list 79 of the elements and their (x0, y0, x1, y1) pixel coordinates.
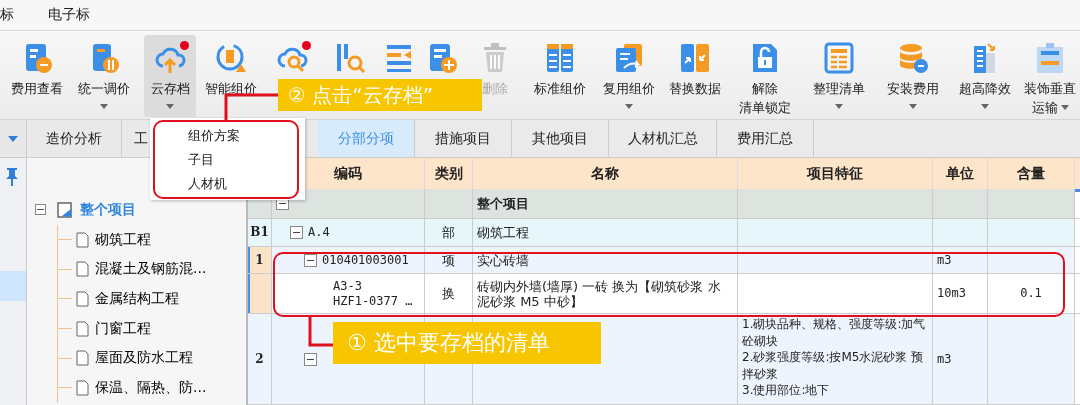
menu-item[interactable]: 组价方案 (188, 124, 240, 148)
toolbar-button[interactable]: 费用查看 (4, 35, 70, 117)
column-header: 项目特征 (738, 158, 933, 192)
tab[interactable]: 措施项目 (415, 120, 512, 157)
coin-icon (214, 41, 249, 75)
tree-item[interactable]: 砌筑工程 (95, 230, 151, 249)
caret-icon (625, 104, 634, 109)
table-cell: 换 (425, 274, 473, 314)
highlight-bar (0, 271, 26, 301)
table-cell: 0.1 (988, 274, 1075, 314)
table-cell: 010401003001 (272, 247, 425, 274)
row-header[interactable]: 1 (248, 247, 272, 274)
table-cell: 项 (425, 247, 473, 274)
project-icon (56, 200, 74, 219)
caret-icon (166, 104, 175, 109)
toolbar-button[interactable]: 标准组价 (524, 35, 597, 117)
table-cell: 实心砖墙 (473, 247, 738, 274)
row-header[interactable] (248, 274, 272, 314)
collapse-toggle[interactable] (35, 204, 46, 216)
connector-line (308, 317, 333, 347)
table-cell: 整个项目 (473, 189, 738, 219)
table-cell: 砖砌内外墙(墙厚) 一砖 换为【砌筑砂浆 水泥砂浆 M5 中砂】 (473, 274, 738, 314)
toolbar-button[interactable]: 复用组价 (596, 35, 662, 117)
tab[interactable]: 造价分析 (27, 120, 122, 157)
tree-item[interactable]: 门窗工程 (95, 319, 151, 338)
callout-label: ① 选中要存档的清单 (333, 322, 601, 364)
toolbar-button[interactable]: 智能组价 (202, 35, 261, 117)
document-icon (76, 320, 89, 337)
document-icon (76, 379, 89, 396)
caret-icon (100, 104, 108, 109)
table-cell: 10m3 (933, 274, 988, 314)
tree-item[interactable]: 金属结构工程 (95, 289, 179, 308)
table-cell (933, 189, 988, 219)
toolbar-button[interactable]: 替换数据 (661, 35, 729, 117)
table-cell: A3-3 HZF1-0377 … (272, 274, 425, 314)
toolbar-button[interactable]: 统一调价 (69, 35, 139, 117)
tree-item[interactable]: 屋面及防水工程 (95, 349, 193, 368)
row-header[interactable]: B1 (248, 219, 272, 247)
toolbar-button[interactable]: 云存档 (144, 35, 197, 117)
tab[interactable]: 费用汇总 (717, 120, 814, 157)
toolbar-button[interactable]: 装饰垂直 运输 (1020, 35, 1080, 117)
column-header: 类别 (425, 158, 473, 192)
column-header: 单位 (933, 158, 988, 192)
toolbar-button[interactable]: 超高降效 (949, 35, 1021, 117)
menu-item[interactable]: 人材机 (188, 172, 227, 196)
connector-line (224, 93, 278, 120)
document-icon (76, 290, 89, 307)
callout-label: ② 点击“云存档” (278, 79, 482, 111)
row-header[interactable]: 2 (248, 314, 272, 405)
caret-icon (980, 104, 989, 109)
caret-icon (908, 104, 917, 109)
column-header: 含量 (988, 158, 1075, 192)
table-cell (933, 219, 988, 247)
tree-item[interactable]: 混凝土及钢筋混... (95, 260, 207, 279)
menu-item[interactable]: 子目 (188, 148, 214, 172)
toolbar-button[interactable]: 整理清单 (801, 35, 876, 117)
dropdown-button[interactable] (0, 120, 26, 158)
toolbar-button[interactable]: 安装费用 (875, 35, 950, 117)
table-cell: 部 (425, 219, 473, 247)
document-icon (76, 231, 89, 248)
menu-item[interactable]: 标 (0, 6, 14, 24)
table-cell: A.4 (272, 219, 425, 247)
tree-item[interactable]: 保温、隔热、防... (95, 378, 207, 397)
document-icon (76, 261, 89, 278)
table-cell: m3 (933, 247, 988, 274)
table-cell: 砌筑工程 (473, 219, 738, 247)
document-icon (76, 350, 89, 367)
menu-item[interactable]: 电子标 (48, 6, 90, 24)
tab[interactable]: 其他项目 (512, 120, 609, 157)
collapse-toggle[interactable] (304, 352, 317, 366)
pin-icon[interactable] (4, 166, 20, 186)
table-cell: m3 (933, 314, 988, 405)
tab[interactable]: 人材机汇总 (609, 120, 717, 157)
collapse-toggle[interactable] (290, 226, 303, 239)
caret-icon (1060, 105, 1069, 110)
toolbar-button[interactable]: 解除 清单锁定 (728, 35, 802, 117)
caret-icon (834, 104, 843, 109)
column-header: 名称 (473, 158, 738, 192)
table-cell: 1.砌块品种、规格、强度等级:加气砼砌块 2.砂浆强度等级:按M5水泥砂浆 预拌砂浆 3.使用部位:地下 (738, 314, 933, 405)
